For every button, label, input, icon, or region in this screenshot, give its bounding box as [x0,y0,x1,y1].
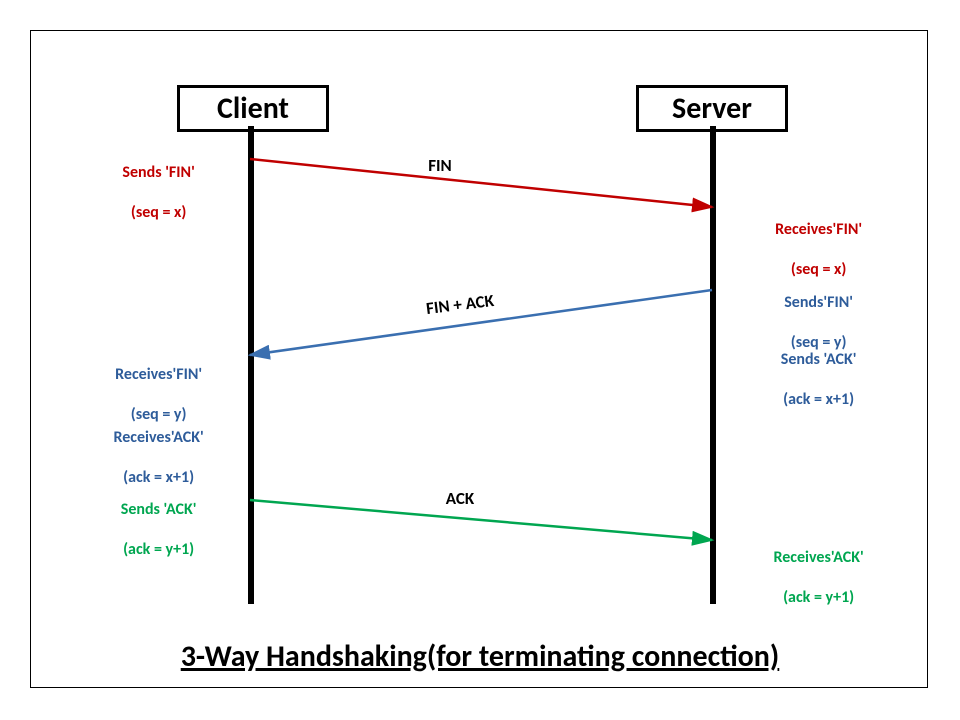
text-line: Receives'ACK' [113,428,203,447]
server-lifeline [710,126,716,604]
server-header: Server [636,85,788,132]
text-line: Sends 'ACK' [121,500,197,519]
fin-label: FIN [400,155,480,176]
text-line: Receives'FIN' [775,220,862,239]
ack-label: ACK [420,488,500,509]
text-line: Sends 'ACK' [781,350,857,369]
server-recv-fin: Receives'FIN' (seq = x) [740,200,890,280]
client-recv-ack: Receives'ACK' (ack = x+1) [85,408,225,488]
server-recv-ack: Receives'ACK' (ack = y+1) [740,528,890,608]
text-line: Sends'FIN' [784,293,853,312]
client-lifeline [248,126,254,604]
text-line: (ack = x+1) [783,390,854,409]
text-line: (seq = x) [131,203,187,222]
text-line: (ack = y+1) [123,540,194,559]
client-send-ack: Sends 'ACK' (ack = y+1) [85,480,225,560]
server-send-ack: Sends 'ACK' (ack = x+1) [740,330,890,410]
text-line: Receives'FIN' [115,365,202,384]
client-header: Client [177,85,329,132]
client-send-fin: Sends 'FIN' (seq = x) [85,143,225,223]
text-line: (ack = y+1) [783,588,854,607]
text-line: Receives'ACK' [773,548,863,567]
text-line: Sends 'FIN' [122,163,194,182]
diagram-title: 3-Way Handshaking(for terminating connec… [0,638,960,675]
